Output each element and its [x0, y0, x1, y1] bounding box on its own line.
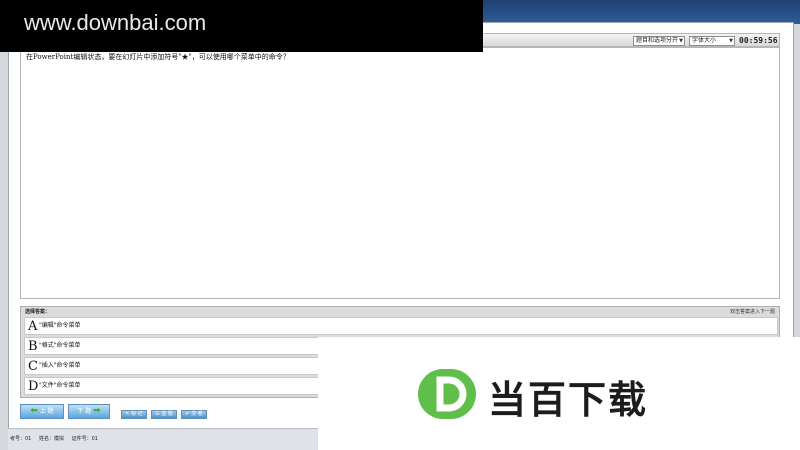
countdown-timer: 00:59:56 — [739, 36, 778, 45]
list-icon: ☰ — [155, 411, 160, 417]
option-letter: C — [28, 359, 38, 374]
layout-select-value: 题目和选项分开 — [636, 37, 679, 44]
next-question-label: 下 题 — [77, 408, 92, 415]
arrow-left-icon: ⬅ — [30, 406, 38, 416]
option-text: "编辑"命令菜单 — [39, 322, 81, 329]
arrow-right-icon: ➡ — [93, 406, 101, 416]
id-number: 证件号：01 — [71, 436, 98, 442]
submit-button[interactable]: ✔ 交 卷 — [181, 410, 207, 419]
option-letter: A — [28, 319, 38, 334]
select-question-label: 选 题 — [161, 411, 173, 417]
option-text: "格式"命令菜单 — [39, 342, 81, 349]
prev-question-label: 上 题 — [39, 408, 54, 415]
font-size-select[interactable]: 字体大小 ▼ — [689, 36, 735, 46]
exam-number: 考号：01 — [10, 436, 32, 442]
font-size-select-value: 字体大小 — [692, 37, 717, 44]
chevron-down-icon: ▼ — [729, 38, 733, 44]
option-letter: D — [28, 379, 39, 394]
layout-select[interactable]: 题目和选项分开 ▼ — [633, 36, 685, 46]
question-area: 在PowerPoint编辑状态，要在幻灯片中添加符号"★"，可以使用哪个菜单中的… — [20, 47, 780, 299]
submit-label: 交 卷 — [191, 411, 203, 417]
option-text: "插入"命令菜单 — [39, 362, 81, 369]
logo-text: 当百下载 — [488, 378, 649, 422]
candidate-info: 考号：01 姓名：模拟 证件号：01 — [10, 435, 104, 442]
downbai-logo-icon — [418, 369, 476, 419]
select-question-button[interactable]: ☰ 选 题 — [151, 410, 177, 419]
logo-watermark: 当百下载 — [318, 337, 800, 450]
question-text: 在PowerPoint编辑状态，要在幻灯片中添加符号"★"，可以使用哪个菜单中的… — [26, 53, 290, 61]
submit-icon: ✔ — [185, 411, 190, 417]
mark-button[interactable]: ✎ 标 记 — [121, 410, 147, 419]
site-watermark-text: www.downbai.com — [24, 10, 207, 35]
option-letter: B — [28, 339, 38, 354]
mark-label: 标 记 — [131, 411, 143, 417]
chevron-down-icon: ▼ — [679, 38, 683, 44]
pencil-icon: ✎ — [125, 411, 130, 417]
answer-hint: 双击答案进入下一题 — [729, 309, 775, 315]
option-a[interactable]: A "编辑"命令菜单 — [24, 317, 778, 335]
site-watermark: www.downbai.com — [0, 0, 483, 52]
option-text: "文件"命令菜单 — [39, 382, 81, 389]
candidate-name: 姓名：模拟 — [38, 436, 64, 442]
prev-question-button[interactable]: ⬅ 上 题 — [20, 404, 64, 419]
answer-header: 选择答案： — [25, 309, 51, 315]
next-question-button[interactable]: 下 题 ➡ — [68, 404, 110, 419]
